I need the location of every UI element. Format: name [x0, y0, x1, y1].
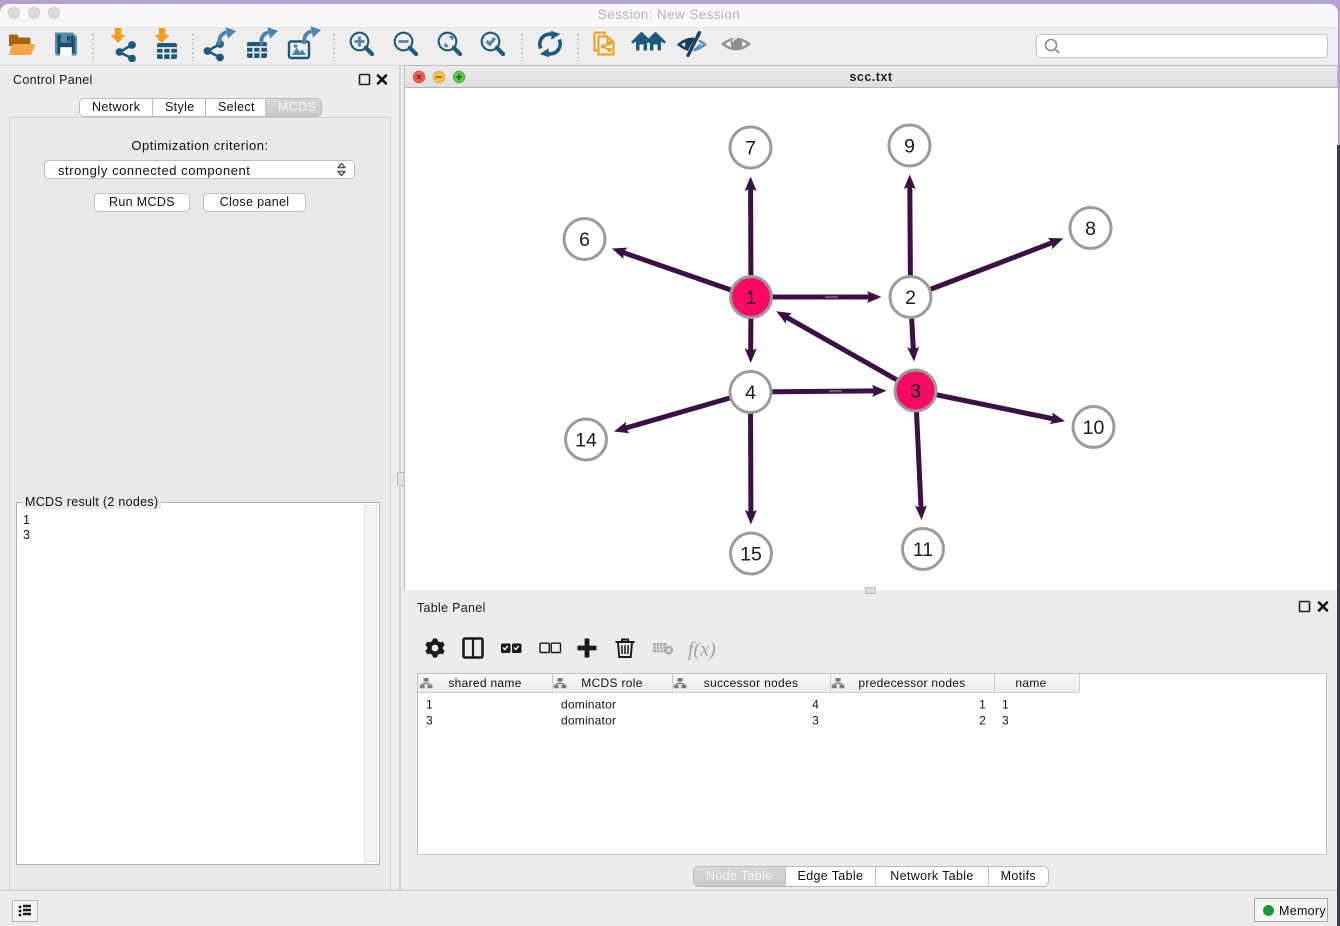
svg-text:10: 10 [1083, 417, 1105, 439]
svg-text:4: 4 [745, 382, 756, 404]
svg-text:1: 1 [1002, 698, 1009, 712]
svg-text:3: 3 [812, 714, 819, 728]
svg-text:6: 6 [579, 229, 590, 251]
svg-text:dominator: dominator [561, 698, 616, 712]
svg-text:3: 3 [1002, 714, 1009, 728]
svg-text:1: 1 [746, 287, 757, 309]
svg-text:4: 4 [812, 698, 819, 712]
svg-text:predecessor nodes: predecessor nodes [858, 676, 965, 690]
svg-text:dominator: dominator [561, 714, 616, 728]
svg-text:name: name [1015, 676, 1046, 690]
svg-text:15: 15 [740, 544, 762, 566]
svg-text:1: 1 [979, 698, 986, 712]
svg-text:7: 7 [745, 138, 756, 160]
svg-text:11: 11 [913, 539, 933, 561]
svg-text:2: 2 [905, 287, 916, 309]
svg-text:MCDS role: MCDS role [581, 676, 642, 690]
svg-text:shared name: shared name [448, 676, 521, 690]
svg-text:9: 9 [904, 136, 915, 158]
svg-text:3: 3 [426, 714, 433, 728]
svg-text:2: 2 [979, 714, 986, 728]
svg-text:3: 3 [910, 381, 921, 403]
svg-text:8: 8 [1085, 218, 1096, 240]
svg-text:successor nodes: successor nodes [704, 676, 799, 690]
svg-text:f(x): f(x) [688, 639, 716, 661]
svg-text:14: 14 [575, 430, 597, 452]
svg-text:1: 1 [426, 698, 433, 712]
